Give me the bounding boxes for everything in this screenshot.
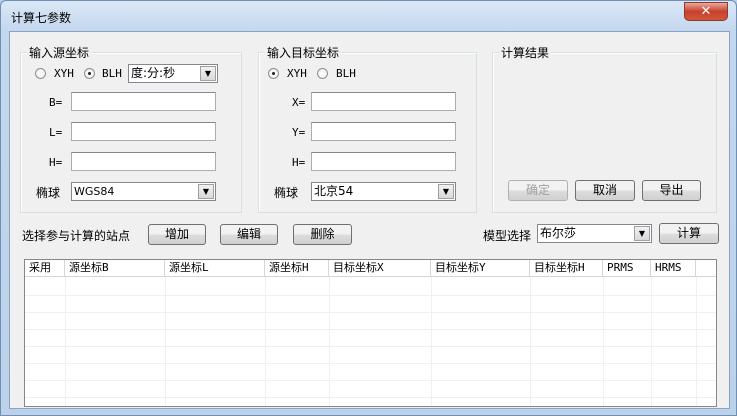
col-prms[interactable]: PRMS <box>603 260 651 277</box>
col-source-l[interactable]: 源坐标L <box>165 260 265 277</box>
col-target-h[interactable]: 目标坐标H <box>530 260 603 277</box>
window-title: 计算七参数 <box>11 11 72 25</box>
dialog-body: 输入源坐标 XYH BLH 度:分:秒 ▼ B= L= H= 椭球 WGS84 ▼ … <box>9 31 730 409</box>
model-label: 模型选择 <box>483 229 532 243</box>
target-h-input[interactable] <box>311 152 456 171</box>
table-header: 采用 源坐标B 源坐标L 源坐标H 目标坐标X 目标坐标Y 目标坐标H PRMS… <box>25 260 716 277</box>
model-value: 布尔莎 <box>540 226 577 240</box>
source-radio-xyh[interactable] <box>35 68 46 79</box>
dialog-window: 计算七参数 ✕ 输入源坐标 XYH BLH 度:分:秒 ▼ B= L= H= 椭球… <box>0 0 737 416</box>
angle-format-value: 度:分:秒 <box>131 66 176 80</box>
source-xyh-label: XYH <box>54 67 74 80</box>
col-target-x[interactable]: 目标坐标X <box>329 260 431 277</box>
col-use[interactable]: 采用 <box>25 260 65 277</box>
source-radio-blh[interactable] <box>84 68 95 79</box>
close-button[interactable]: ✕ <box>684 2 728 21</box>
source-ellipsoid-value: WGS84 <box>74 185 115 198</box>
chevron-down-icon: ▼ <box>198 184 214 199</box>
y-label: Y= <box>292 126 306 139</box>
col-hrms[interactable]: HRMS <box>651 260 696 277</box>
model-select[interactable]: 布尔莎 ▼ <box>537 224 652 243</box>
target-h-label: H= <box>292 156 306 169</box>
cancel-button[interactable]: 取消 <box>575 180 635 201</box>
col-target-y[interactable]: 目标坐标Y <box>431 260 530 277</box>
source-ellipsoid-select[interactable]: WGS84 ▼ <box>71 182 216 201</box>
target-ellipsoid-value: 北京54 <box>314 184 354 198</box>
confirm-button[interactable]: 确定 <box>508 180 568 201</box>
source-blh-label: BLH <box>102 67 122 80</box>
delete-button[interactable]: 删除 <box>293 224 352 245</box>
source-b-input[interactable] <box>71 92 216 111</box>
col-source-b[interactable]: 源坐标B <box>65 260 165 277</box>
target-ellipsoid-label: 椭球 <box>274 186 299 200</box>
source-legend: 输入源坐标 <box>27 44 92 61</box>
source-ellipsoid-label: 椭球 <box>36 186 61 200</box>
chevron-down-icon: ▼ <box>634 226 650 241</box>
compute-button[interactable]: 计算 <box>659 223 719 244</box>
stations-table[interactable]: 采用 源坐标B 源坐标L 源坐标H 目标坐标X 目标坐标Y 目标坐标H PRMS… <box>24 259 717 407</box>
add-button[interactable]: 增加 <box>148 224 206 245</box>
export-button[interactable]: 导出 <box>642 180 701 201</box>
result-legend: 计算结果 <box>499 44 552 61</box>
source-l-input[interactable] <box>71 122 216 141</box>
angle-format-select[interactable]: 度:分:秒 ▼ <box>128 64 218 83</box>
source-h-input[interactable] <box>71 152 216 171</box>
target-radio-xyh[interactable] <box>268 68 279 79</box>
b-label: B= <box>49 96 63 109</box>
h-label: H= <box>49 156 63 169</box>
chevron-down-icon: ▼ <box>200 66 216 81</box>
edit-button[interactable]: 编辑 <box>220 224 278 245</box>
target-radio-blh[interactable] <box>317 68 328 79</box>
target-xyh-label: XYH <box>287 67 307 80</box>
target-x-input[interactable] <box>311 92 456 111</box>
x-label: X= <box>292 96 306 109</box>
l-label: L= <box>49 126 63 139</box>
target-blh-label: BLH <box>336 67 356 80</box>
target-ellipsoid-select[interactable]: 北京54 ▼ <box>311 182 456 201</box>
col-source-h[interactable]: 源坐标H <box>265 260 329 277</box>
target-y-input[interactable] <box>311 122 456 141</box>
stations-label: 选择参与计算的站点 <box>22 229 131 243</box>
target-legend: 输入目标坐标 <box>265 44 342 61</box>
chevron-down-icon: ▼ <box>438 184 454 199</box>
